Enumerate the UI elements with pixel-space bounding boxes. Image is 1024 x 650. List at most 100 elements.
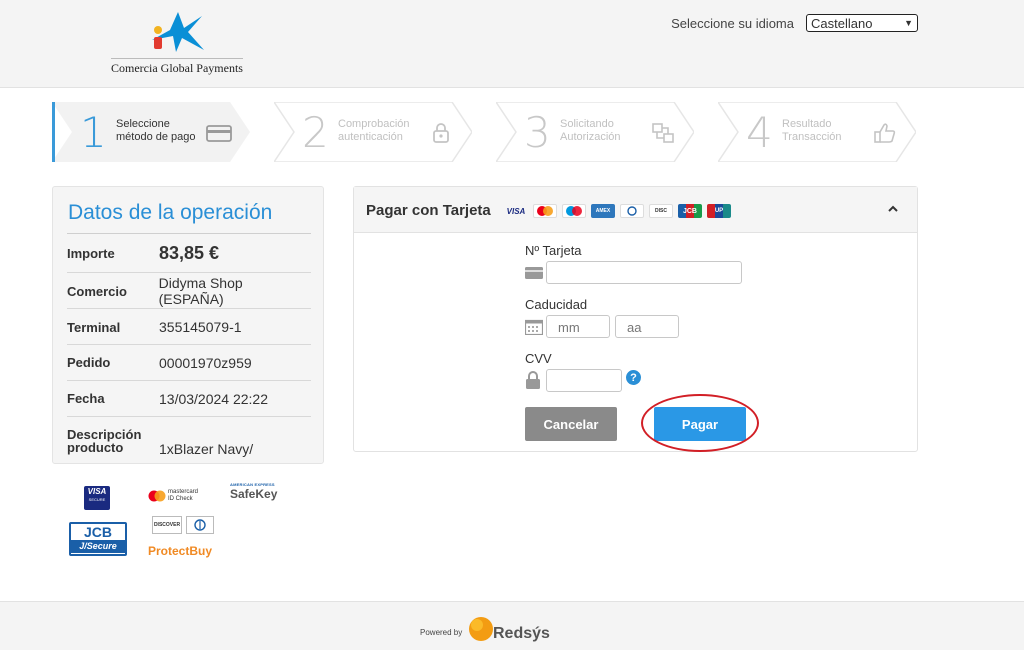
- operation-row: Pedido 00001970z959: [67, 344, 311, 380]
- operation-row: Importe 83,85 €: [67, 233, 311, 273]
- operation-row: Descripción producto 1xBlazer Navy/: [67, 416, 311, 462]
- jcb-text: JCB: [83, 524, 112, 540]
- discover-logo: DISCOVER: [152, 516, 182, 534]
- progress-steps: 1 Seleccione método de pago 2 Comprobaci…: [52, 102, 918, 162]
- operation-value: 1xBlazer Navy/: [159, 441, 254, 457]
- step-label: Solicitando Autorización: [560, 118, 652, 144]
- mastercard-card-logo: [533, 204, 557, 218]
- step-label: Resultado Transacción: [782, 118, 874, 144]
- jcb-jsecure-logo: JCB J/Secure: [69, 522, 127, 556]
- card-number-input[interactable]: [546, 261, 742, 284]
- step-label-line1: Solicitando: [560, 118, 614, 130]
- step-1: 1 Seleccione método de pago: [52, 102, 250, 162]
- calendar-icon: [525, 319, 543, 335]
- card-panel-title: Pagar con Tarjeta: [366, 202, 491, 219]
- expiry-month-input[interactable]: mm: [546, 315, 610, 338]
- step-label-line2: Transacción: [782, 131, 842, 143]
- mastercard-sub: ID Check: [168, 496, 193, 502]
- credit-card-icon: [206, 125, 232, 142]
- cvv-label: CVV: [525, 351, 552, 366]
- logo-text: Comercia Global Payments: [111, 58, 243, 76]
- step-label-line1: Comprobación: [338, 118, 410, 130]
- card-number-label: Nº Tarjeta: [525, 243, 582, 258]
- operation-row: Comercio Didyma Shop (ESPAÑA): [67, 272, 311, 309]
- amex-safekey-logo: AMERICAN EXPRESS SafeKey: [230, 482, 294, 504]
- highlight-ring: [641, 394, 759, 452]
- step-label-line2: Autorización: [560, 131, 621, 143]
- mastercard-id-check-logo: mastercard ID Check: [148, 488, 212, 506]
- card-payment-panel: Pagar con Tarjeta VISA AMEX DISC JCB UP …: [353, 186, 918, 452]
- operation-key: Pedido: [67, 355, 111, 370]
- step-label: Seleccione método de pago: [116, 118, 208, 144]
- mastercard-text: mastercard ID Check: [168, 489, 198, 503]
- jcb-card-logo: JCB: [678, 204, 702, 218]
- unionpay-card-logo: UP: [707, 204, 731, 218]
- operation-value-amount: 83,85 €: [159, 243, 220, 263]
- caixa-logo: Comercia Global Payments: [108, 10, 248, 76]
- step-2: 2 Comprobación autenticación: [274, 102, 472, 162]
- discover-card-logo: DISC: [649, 204, 673, 218]
- operation-panel: Datos de la operación Importe 83,85 € Co…: [52, 186, 324, 464]
- step-label-line1: Seleccione: [116, 118, 170, 130]
- operation-value: Didyma Shop (ESPAÑA): [158, 275, 243, 307]
- visa-secure-logo: VISA SECURE: [84, 486, 110, 510]
- operation-key: Terminal: [67, 319, 121, 335]
- step-number: 1: [80, 108, 107, 157]
- language-selected: Castellano: [811, 15, 873, 31]
- operation-row: Fecha 13/03/2024 22:22: [67, 380, 311, 416]
- chevron-down-icon: ▼: [904, 18, 913, 28]
- maestro-card-logo: [562, 204, 586, 218]
- help-icon[interactable]: ?: [626, 370, 641, 385]
- operation-key: Fecha: [67, 391, 105, 406]
- step-label-line2: autenticación: [338, 131, 403, 143]
- language-label: Seleccione su idioma: [671, 15, 794, 31]
- cvv-input[interactable]: [546, 369, 622, 392]
- step-label-line2: método de pago: [116, 131, 196, 143]
- protectbuy-logo: ProtectBuy: [148, 544, 213, 558]
- mastercard-name: mastercard: [168, 489, 199, 495]
- safekey-text: SafeKey: [230, 487, 278, 501]
- visa-card-logo: VISA: [506, 206, 526, 216]
- visa-sub-text: SECURE: [88, 497, 106, 502]
- footer: Powered by Redsýs: [0, 601, 1024, 650]
- header: Comercia Global Payments Seleccione su i…: [0, 0, 1024, 88]
- operation-key: Importe: [67, 246, 115, 261]
- operation-key: Descripción producto: [67, 427, 142, 455]
- step-number: 3: [524, 108, 551, 157]
- diners-circle-icon: [194, 519, 206, 531]
- redsys-logo-icon: [469, 617, 493, 641]
- thumbs-up-icon: [874, 123, 896, 143]
- step-3: 3 Solicitando Autorización: [496, 102, 694, 162]
- credit-card-icon: [525, 267, 543, 279]
- operation-value: 13/03/2024 22:22: [159, 390, 268, 407]
- language-select[interactable]: Castellano ▼: [806, 14, 918, 32]
- step-label-line1: Resultado: [782, 118, 832, 130]
- expiry-label: Caducidad: [525, 297, 588, 312]
- language-selector: Seleccione su idioma Castellano ▼: [671, 14, 918, 32]
- step-4: 4 Resultado Transacción: [718, 102, 916, 162]
- step-number: 4: [746, 108, 773, 157]
- operation-row: Terminal 355145079-1: [67, 308, 311, 345]
- lock-icon: [433, 123, 449, 143]
- expiry-year-input[interactable]: aa: [615, 315, 679, 338]
- powered-by-text: Powered by: [420, 628, 463, 637]
- cancel-button[interactable]: Cancelar: [525, 407, 617, 441]
- lock-icon: [526, 371, 540, 389]
- diners-logo: [186, 516, 214, 534]
- step-number: 2: [302, 108, 329, 157]
- diners-card-logo: [620, 204, 644, 218]
- accepted-cards: VISA AMEX DISC JCB UP: [504, 204, 731, 218]
- chevron-up-icon[interactable]: [887, 201, 899, 217]
- amex-card-logo: AMEX: [591, 204, 615, 218]
- operation-key: Comercio: [67, 283, 127, 299]
- mastercard-circles-icon: [148, 490, 166, 502]
- operation-value: 355145079-1: [159, 319, 242, 335]
- jsecure-text: J/Secure: [71, 540, 125, 553]
- operation-title: Datos de la operación: [68, 201, 273, 224]
- operation-value: 00001970z959: [159, 354, 252, 371]
- star-logo-icon: [152, 12, 204, 52]
- visa-text: VISA: [87, 487, 107, 496]
- card-panel-header[interactable]: Pagar con Tarjeta VISA AMEX DISC JCB UP: [354, 187, 917, 233]
- transfer-icon: [652, 123, 674, 143]
- redsys-brand: Redsýs: [493, 625, 550, 642]
